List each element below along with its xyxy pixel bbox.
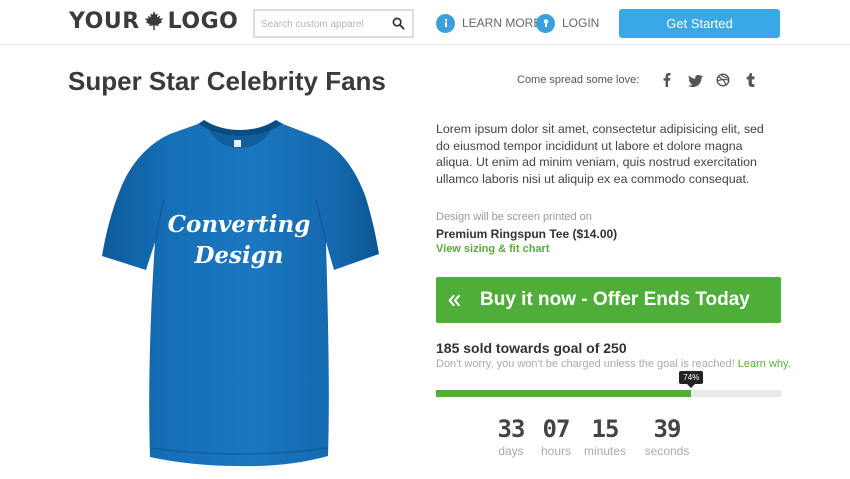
countdown-minutes: 15 minutes (575, 415, 635, 458)
learn-why-link[interactable]: Learn why. (738, 358, 791, 370)
learn-more-link[interactable]: LEARN MORE (436, 13, 541, 33)
shirt-text-line1: Converting (168, 211, 311, 238)
countdown-seconds: 39 seconds (637, 415, 697, 458)
logo-text-right: LOGO (167, 8, 239, 34)
facebook-icon[interactable] (659, 72, 675, 88)
search-icon[interactable] (392, 17, 405, 30)
logo[interactable]: YOUR LOGO (69, 8, 238, 34)
logo-text-left: YOUR (69, 8, 140, 34)
search-input[interactable] (261, 16, 387, 32)
dribbble-icon[interactable] (715, 72, 731, 88)
double-chevron-left-icon (448, 294, 478, 307)
top-header: YOUR LOGO LEARN MORE LOGIN Get Started (0, 0, 850, 45)
tshirt-image: Converting Design (100, 118, 382, 468)
shirt-text-line2: Design (193, 242, 283, 269)
product-name: Premium Ringspun Tee ($14.00) (436, 227, 618, 241)
charge-note: Don't worry, you won't be charged unless… (436, 358, 791, 370)
learn-more-label: LEARN MORE (462, 16, 542, 30)
countdown-unit: seconds (644, 444, 690, 458)
login-label: LOGIN (562, 16, 600, 30)
search-box (253, 9, 414, 38)
buy-now-label: Buy it now - Offer Ends Today (480, 289, 750, 310)
countdown-value: 15 (591, 415, 620, 443)
tumblr-icon[interactable] (743, 72, 759, 88)
share-prompt: Come spread some love: (517, 74, 640, 86)
progress-fill (436, 390, 692, 397)
progress-percent-badge: 74% (679, 371, 704, 388)
maple-leaf-icon (143, 10, 165, 32)
login-link[interactable]: LOGIN (536, 13, 599, 33)
keyhole-icon (536, 13, 555, 33)
info-icon (436, 13, 455, 33)
product-description: Lorem ipsum dolor sit amet, consectetur … (436, 122, 764, 186)
charge-note-text: Don't worry, you won't be charged unless… (436, 358, 735, 370)
goal-progress-bar (436, 390, 781, 397)
twitter-icon[interactable] (687, 72, 703, 88)
get-started-label: Get Started (666, 16, 733, 31)
get-started-button[interactable]: Get Started (619, 9, 780, 38)
countdown-value: 39 (653, 415, 682, 443)
print-note: Design will be screen printed on (436, 211, 592, 223)
buy-now-button[interactable]: Buy it now - Offer Ends Today (436, 277, 781, 323)
countdown-unit: minutes (583, 444, 627, 458)
sizing-chart-link[interactable]: View sizing & fit chart (436, 243, 550, 255)
page-title: Super Star Celebrity Fans (68, 66, 386, 96)
sold-goal-text: 185 sold towards goal of 250 (436, 340, 627, 356)
